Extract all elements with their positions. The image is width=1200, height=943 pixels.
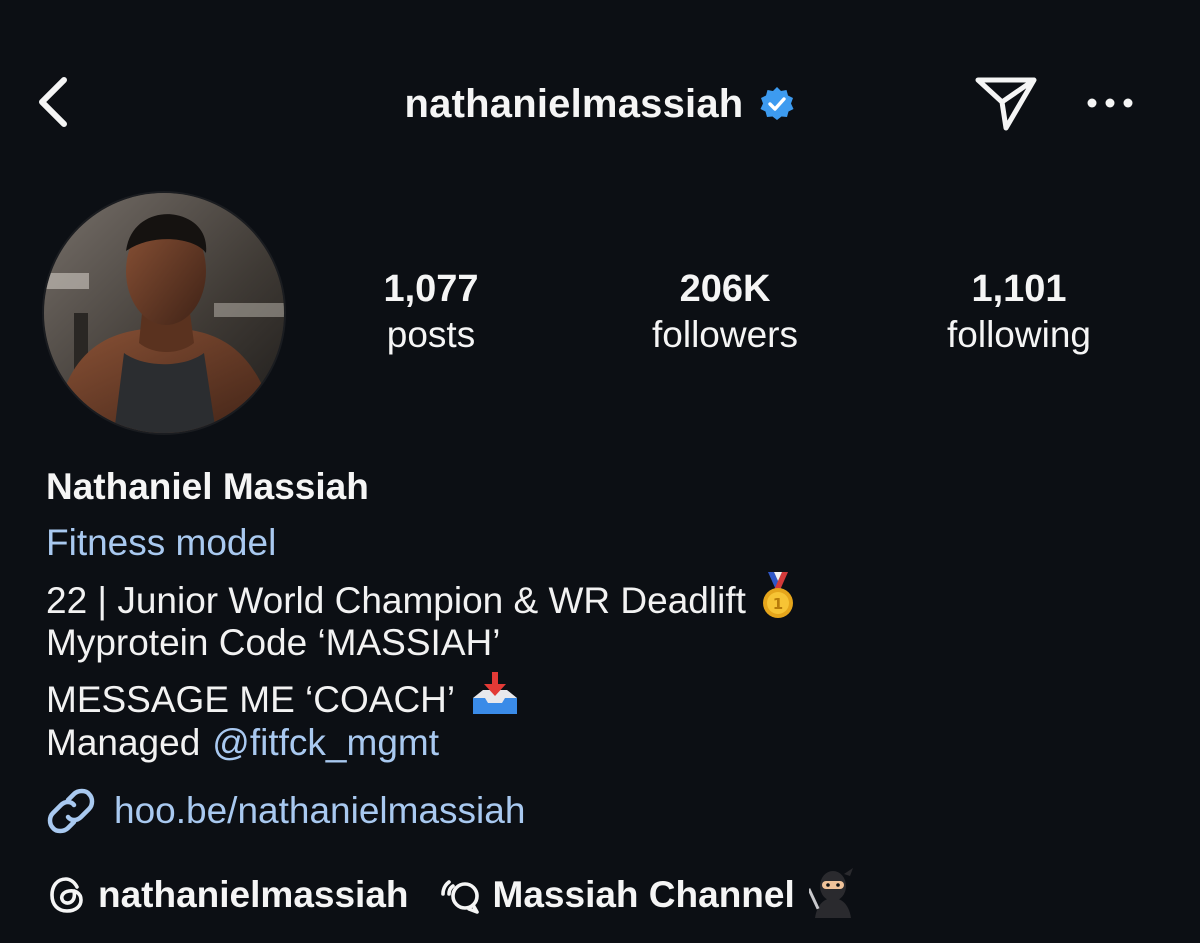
profile-category: Fitness model [46, 522, 277, 563]
bio-line-2: Myprotein Code ‘MASSIAH’ [46, 622, 500, 664]
stat-posts[interactable]: 1,077 posts [316, 266, 546, 358]
ninja-icon [807, 867, 857, 923]
gold-medal-icon: 1 [760, 572, 796, 629]
threads-chip-label: nathanielmassiah [98, 874, 409, 915]
bio-line-3: MESSAGE ME ‘COACH’ [46, 672, 521, 727]
followers-count: 206K [679, 268, 771, 310]
bio-line-3-text: MESSAGE ME ‘COACH’ [46, 678, 456, 720]
link-icon [47, 788, 95, 834]
bio-line-4-prefix: Managed [46, 722, 201, 763]
mention-link[interactable]: @fitfck_mgmt [212, 722, 439, 764]
more-options-button[interactable] [1082, 86, 1138, 120]
more-horizontal-icon [1087, 98, 1133, 108]
stat-following[interactable]: 1,101 following [904, 266, 1134, 358]
bio-line-1: 22 | Junior World Champion & WR Deadlift… [46, 572, 796, 629]
share-profile-button[interactable] [972, 72, 1040, 134]
verified-badge-icon [759, 86, 795, 122]
posts-label: posts [386, 314, 476, 355]
broadcast-channel-icon [440, 880, 479, 914]
bio-line-4: Managed @fitfck_mgmt [46, 722, 439, 764]
followers-label: followers [652, 314, 798, 355]
threads-icon [50, 877, 83, 913]
posts-count: 1,077 [383, 268, 479, 310]
svg-text:1: 1 [773, 595, 783, 613]
inbox-tray-icon [469, 672, 521, 727]
profile-avatar[interactable] [44, 193, 284, 433]
profile-username: nathanielmassiah [404, 81, 744, 126]
profile-photo [44, 193, 284, 433]
profile-chips: nathanielmassiah Massiah Channel [46, 867, 887, 923]
following-count: 1,101 [971, 268, 1067, 310]
channel-chip[interactable]: Massiah Channel [439, 867, 857, 923]
bio-line-2-text: Myprotein Code ‘MASSIAH’ [46, 622, 501, 663]
stat-followers[interactable]: 206K followers [610, 266, 840, 358]
external-link[interactable]: hoo.be/nathanielmassiah [46, 786, 525, 836]
following-label: following [947, 314, 1091, 355]
channel-chip-label: Massiah Channel [492, 874, 795, 915]
external-link-text: hoo.be/nathanielmassiah [114, 790, 526, 831]
paper-plane-icon [975, 77, 1037, 131]
profile-full-name: Nathaniel Massiah [46, 466, 369, 507]
threads-chip[interactable]: nathanielmassiah [46, 874, 409, 916]
bio-line-1-text: 22 | Junior World Champion & WR Deadlift [46, 579, 746, 621]
